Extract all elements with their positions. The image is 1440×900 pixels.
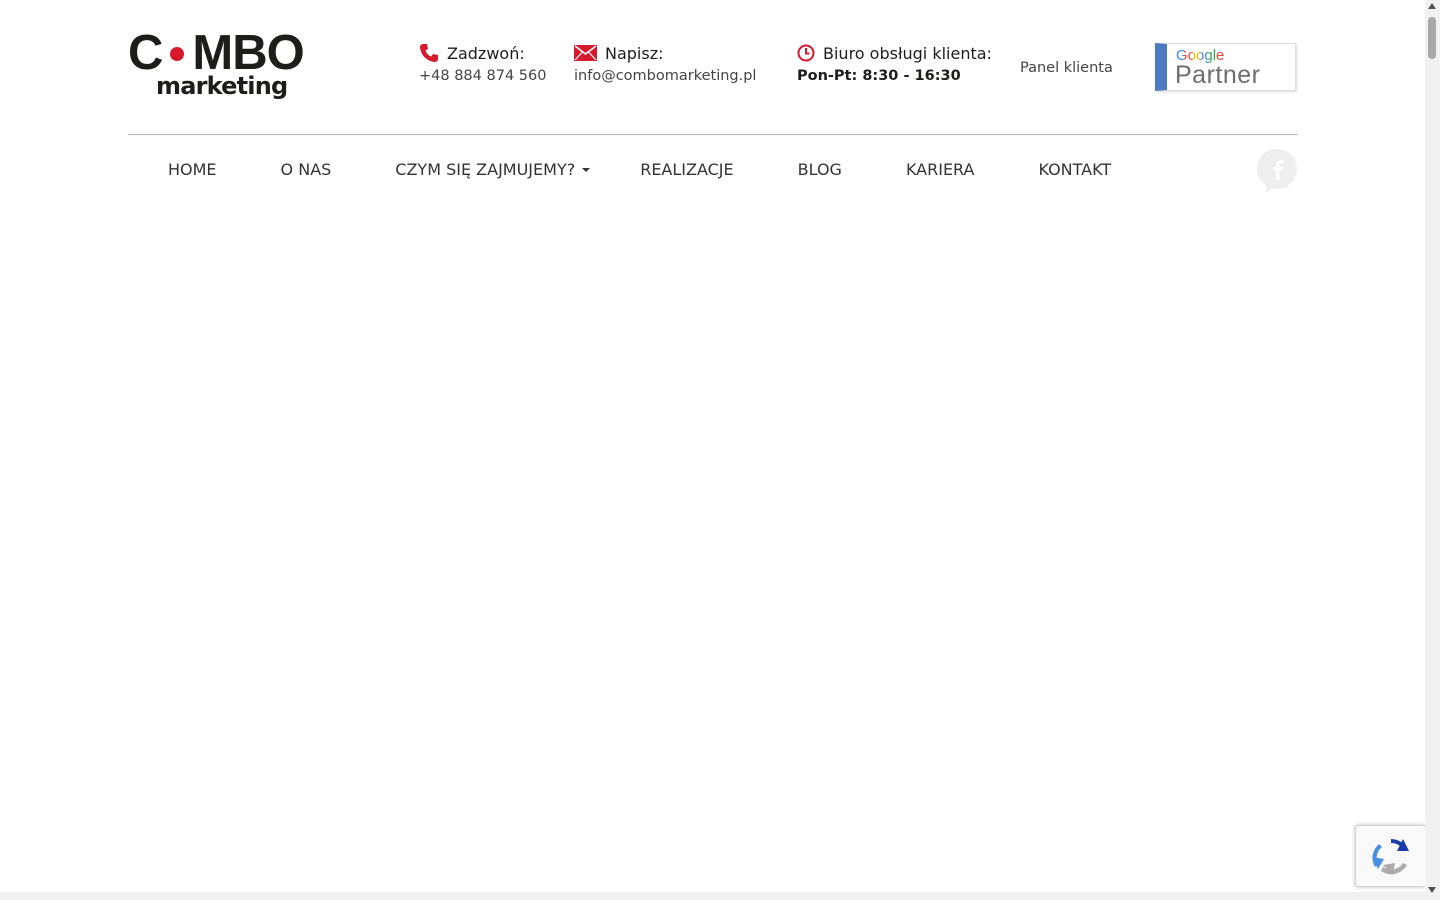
vertical-scrollbar[interactable] <box>1425 0 1440 900</box>
phone-info: Zadzwoń: +48 884 874 560 <box>419 40 546 85</box>
phone-label-row: Zadzwoń: <box>419 40 546 66</box>
scroll-down-arrow-icon[interactable] <box>1428 887 1436 893</box>
email-info: Napisz: info@combomarketing.pl <box>574 40 756 84</box>
hours-label-row: Biuro obsługi klienta: <box>797 40 992 66</box>
nav-label: HOME <box>168 160 217 179</box>
hours-label: Biuro obsługi klienta: <box>823 43 992 63</box>
logo-subtitle: marketing <box>156 72 288 100</box>
facebook-icon[interactable] <box>1256 148 1298 194</box>
office-hours: Pon-Pt: 8:30 - 16:30 <box>797 68 961 84</box>
google-partner-badge[interactable]: Google Partner <box>1155 43 1296 91</box>
recaptcha-badge[interactable] <box>1355 825 1425 887</box>
nav-item-czym-sie-zajmujemy[interactable]: CZYM SIĘ ZAJMUJEMY? <box>395 160 591 179</box>
hours-info: Biuro obsługi klienta: Pon-Pt: 8:30 - 16… <box>797 40 992 85</box>
nav-label: CZYM SIĘ ZAJMUJEMY? <box>395 160 576 179</box>
horizontal-scrollbar-track <box>0 892 1425 900</box>
nav-label: KONTAKT <box>1038 160 1112 179</box>
scrollbar-thumb[interactable] <box>1428 17 1436 59</box>
combo-marketing-logo[interactable]: C MBO marketing <box>128 29 305 104</box>
partner-text: Partner <box>1175 61 1261 89</box>
mail-icon <box>574 45 597 61</box>
nav-item-blog[interactable]: BLOG <box>798 160 842 179</box>
nav-list: HOME O NAS CZYM SIĘ ZAJMUJEMY? REALIZACJ… <box>168 160 1175 179</box>
site-header: C MBO marketing Zadzwoń: +48 884 874 560 … <box>128 0 1298 135</box>
nav-item-o-nas[interactable]: O NAS <box>281 160 332 179</box>
nav-item-realizacje[interactable]: REALIZACJE <box>640 160 733 179</box>
phone-number[interactable]: +48 884 874 560 <box>419 68 546 84</box>
phone-icon <box>419 43 439 63</box>
nav-item-kariera[interactable]: KARIERA <box>906 160 975 179</box>
email-address[interactable]: info@combomarketing.pl <box>574 68 756 84</box>
email-label: Napisz: <box>605 43 664 63</box>
main-navigation: HOME O NAS CZYM SIĘ ZAJMUJEMY? REALIZACJ… <box>128 148 1298 194</box>
nav-label: O NAS <box>280 160 332 179</box>
phone-label: Zadzwoń: <box>447 43 525 63</box>
nav-label: KARIERA <box>905 160 975 179</box>
nav-label: BLOG <box>797 160 842 179</box>
client-panel-link[interactable]: Panel klienta <box>1020 60 1113 76</box>
logo-wordmark: C MBO <box>128 29 305 78</box>
scroll-up-arrow-icon[interactable] <box>1428 3 1436 9</box>
logo-red-dot <box>162 35 192 71</box>
email-label-row: Napisz: <box>574 40 756 66</box>
recaptcha-icon <box>1372 839 1409 875</box>
nav-item-home[interactable]: HOME <box>168 160 217 179</box>
clock-icon <box>797 44 815 62</box>
nav-label: REALIZACJE <box>640 160 734 179</box>
chevron-down-icon <box>582 167 591 172</box>
page: C MBO marketing Zadzwoń: +48 884 874 560 … <box>0 0 1425 892</box>
nav-item-kontakt[interactable]: KONTAKT <box>1038 160 1111 179</box>
